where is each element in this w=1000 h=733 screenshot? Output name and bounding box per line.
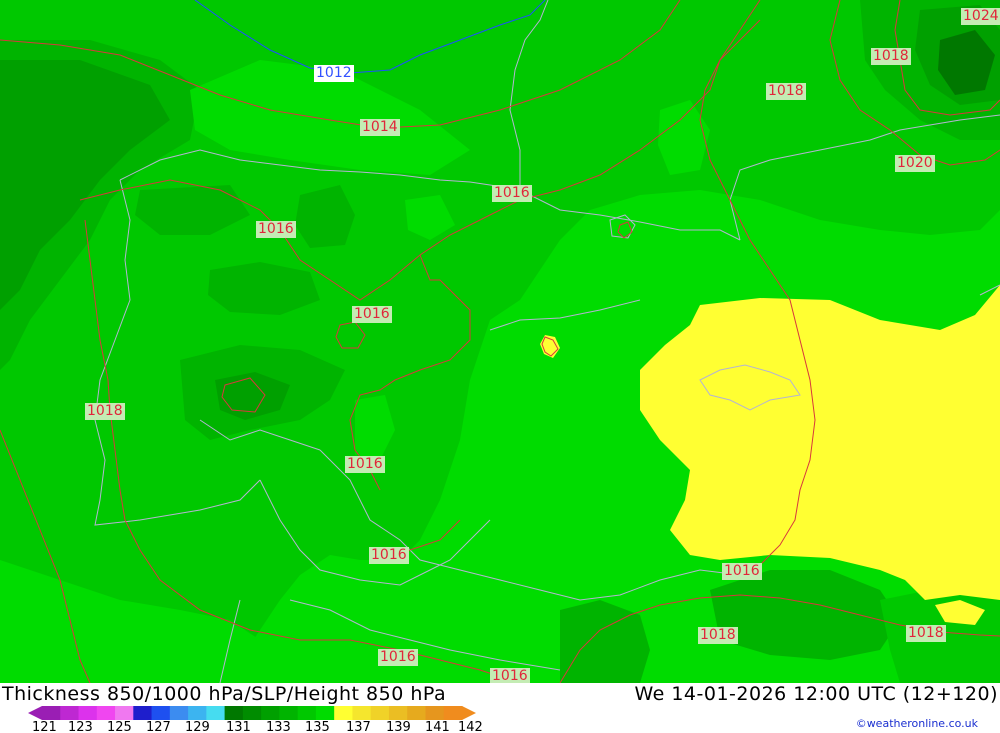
legend-swatch — [188, 706, 207, 720]
legend-tick-label: 125 — [107, 720, 132, 733]
forecast-datetime: We 14-01-2026 12:00 UTC (12+120) — [634, 683, 998, 705]
isobar-label-1016: 1016 — [492, 185, 532, 202]
legend-tick-label: 121 — [32, 720, 57, 733]
legend-swatch — [443, 706, 463, 720]
legend-swatch — [133, 706, 153, 720]
legend-tick-label: 127 — [146, 720, 171, 733]
isobar-label-1016: 1016 — [369, 547, 409, 564]
map-footer: Thickness 850/1000 hPa/SLP/Height 850 hP… — [0, 683, 1000, 733]
legend-swatch — [261, 706, 280, 720]
legend-swatch — [388, 706, 408, 720]
legend-tick-label: 131 — [226, 720, 251, 733]
thickness-color-legend — [28, 706, 476, 720]
legend-swatch — [206, 706, 226, 720]
legend-tick-label: 123 — [68, 720, 93, 733]
legend-swatch — [78, 706, 98, 720]
thickness-region-yellow — [640, 285, 1000, 600]
legend-swatch — [151, 706, 171, 720]
isobar-label-1018: 1018 — [85, 403, 125, 420]
legend-tick-label: 137 — [346, 720, 371, 733]
legend-swatch — [315, 706, 335, 720]
legend-tick-label: 139 — [386, 720, 411, 733]
thickness-map — [0, 0, 1000, 683]
legend-swatch — [370, 706, 390, 720]
legend-swatch — [169, 706, 189, 720]
legend-swatch — [242, 706, 262, 720]
legend-swatch — [115, 706, 134, 720]
legend-swatch — [334, 706, 353, 720]
legend-tick-label: 133 — [266, 720, 291, 733]
legend-swatch — [279, 706, 299, 720]
isobar-label-1018: 1018 — [906, 625, 946, 642]
legend-swatch — [352, 706, 372, 720]
legend-tick-label: 142 — [458, 720, 483, 733]
legend-swatch — [60, 706, 80, 720]
legend-tick-label: 141 — [425, 720, 450, 733]
isobar-label-1020: 1020 — [895, 155, 935, 172]
legend-tick-label: 129 — [185, 720, 210, 733]
isobar-label-1018: 1018 — [698, 627, 738, 644]
legend-tick-label: 135 — [305, 720, 330, 733]
legend-arrow-right — [462, 706, 476, 720]
isobar-label-1018: 1018 — [766, 83, 806, 100]
isobar-label-1016: 1016 — [352, 306, 392, 323]
legend-swatch — [96, 706, 116, 720]
isobar-label-1016: 1016 — [722, 563, 762, 580]
legend-swatch — [407, 706, 426, 720]
weather-map-screenshot: 1012 1014 1016 1016 1016 1016 1016 1016 … — [0, 0, 1000, 733]
legend-swatch — [425, 706, 445, 720]
legend-swatch — [42, 706, 61, 720]
legend-arrow-left — [28, 706, 42, 720]
map-title: Thickness 850/1000 hPa/SLP/Height 850 hP… — [2, 683, 447, 705]
legend-swatch — [297, 706, 317, 720]
isobar-label-1016: 1016 — [345, 456, 385, 473]
isobar-label-1024: 1024 — [961, 8, 1000, 25]
isobar-label-1016: 1016 — [256, 221, 296, 238]
weatheronline-credit-link[interactable]: ©weatheronline.co.uk — [856, 717, 978, 730]
isobar-label-1012: 1012 — [314, 65, 354, 82]
legend-swatch — [224, 706, 244, 720]
isobar-label-1014: 1014 — [360, 119, 400, 136]
isobar-label-1018: 1018 — [871, 48, 911, 65]
isobar-label-1016: 1016 — [378, 649, 418, 666]
